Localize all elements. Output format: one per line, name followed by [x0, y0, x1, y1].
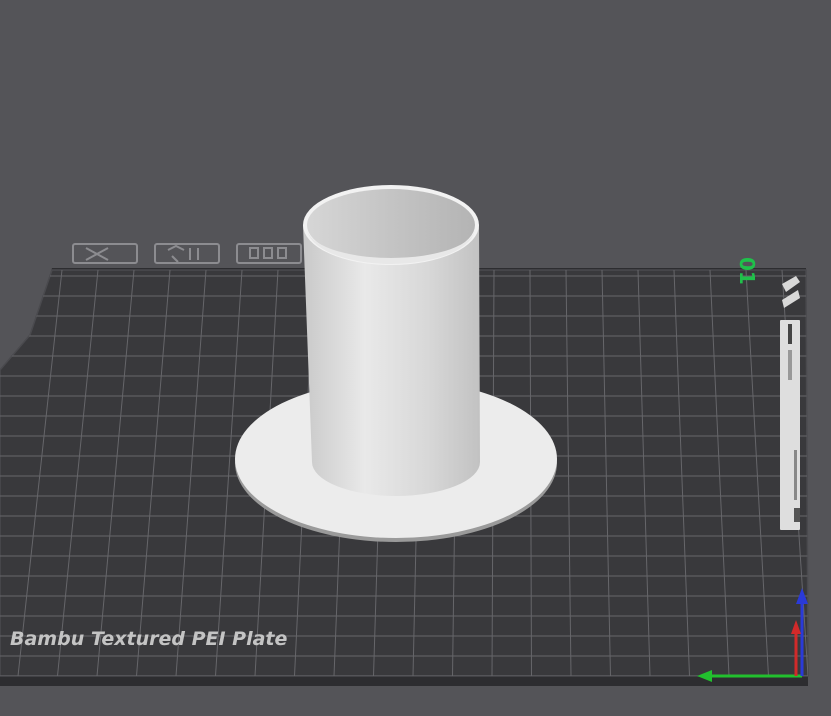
delete-plate-icon[interactable] — [72, 243, 138, 264]
auto-arrange-icon[interactable] — [154, 243, 220, 264]
plate-label: Bambu Textured PEI Plate — [10, 628, 288, 650]
3d-viewport[interactable]: 01 Bambu Textured PEI Plate — [0, 0, 831, 712]
plate-number: 01 — [735, 257, 759, 285]
scene-canvas[interactable]: 01 Bambu Textured PEI Plate — [0, 0, 831, 712]
plate-settings-icon[interactable] — [236, 243, 302, 264]
